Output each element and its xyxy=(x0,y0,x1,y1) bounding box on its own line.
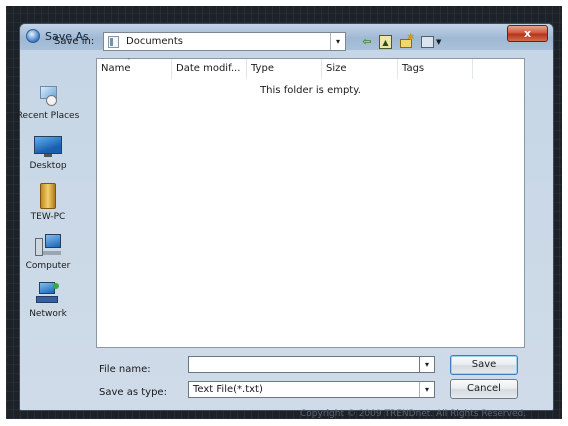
views-menu-icon[interactable]: ▼ xyxy=(421,35,443,49)
user-folder-icon xyxy=(40,183,56,209)
chevron-down-icon[interactable]: ▾ xyxy=(420,356,435,373)
place-label: Computer xyxy=(25,261,71,271)
documents-folder-icon xyxy=(108,36,119,48)
place-recent-places[interactable]: Recent Places xyxy=(8,84,88,121)
place-computer[interactable]: Computer xyxy=(8,234,88,271)
file-list[interactable]: Name ˆ Date modif... Type Size Tags This… xyxy=(96,58,525,348)
place-user-folder[interactable]: TEW-PC xyxy=(8,183,88,222)
column-header-size[interactable]: Size xyxy=(322,59,398,79)
computer-icon xyxy=(35,234,61,258)
place-label: Network xyxy=(29,309,67,319)
place-label: Desktop xyxy=(29,161,67,171)
column-header-tags[interactable]: Tags xyxy=(398,59,473,79)
save-in-label: Save in: xyxy=(54,36,95,47)
column-header-name[interactable]: Name ˆ xyxy=(97,58,172,79)
close-button[interactable]: x xyxy=(507,25,548,42)
cancel-button[interactable]: Cancel xyxy=(450,379,518,399)
file-name-input[interactable] xyxy=(188,356,420,373)
new-folder-icon[interactable]: ✱ xyxy=(400,33,415,49)
file-name-label: File name: xyxy=(99,364,151,375)
desktop-icon xyxy=(34,136,62,158)
column-header-type[interactable]: Type xyxy=(247,59,322,79)
chevron-down-icon[interactable]: ▾ xyxy=(419,382,434,397)
up-one-level-icon[interactable]: ▲ xyxy=(379,35,392,49)
views-grid-shape xyxy=(421,36,434,48)
place-label: TEW-PC xyxy=(30,212,66,222)
save-as-type-label: Save as type: xyxy=(99,387,167,398)
save-in-value: Documents xyxy=(126,36,184,47)
places-bar: Recent Places Desktop TEW-PC Computer Ne… xyxy=(8,58,88,348)
chevron-down-icon[interactable]: ▾ xyxy=(330,33,345,50)
chevron-down-icon: ▼ xyxy=(436,38,442,46)
save-button[interactable]: Save xyxy=(450,355,518,375)
empty-folder-message: This folder is empty. xyxy=(260,85,361,96)
sort-caret-icon: ˆ xyxy=(127,58,131,66)
place-label: Recent Places xyxy=(16,111,80,121)
save-in-dropdown[interactable]: Documents ▾ xyxy=(103,32,346,51)
place-network[interactable]: Network xyxy=(8,282,88,319)
back-arrow-icon[interactable]: ⇦ xyxy=(361,35,373,49)
save-as-type-value: Text File(*.txt) xyxy=(193,384,263,395)
copyright-text: Copyright © 2009 TRENDnet. All Rights Re… xyxy=(300,409,527,419)
save-as-type-dropdown[interactable]: Text File(*.txt) ▾ xyxy=(188,381,435,398)
column-header-date-modified[interactable]: Date modif... xyxy=(172,59,247,79)
sparkle-glyph: ✱ xyxy=(407,33,415,43)
place-desktop[interactable]: Desktop xyxy=(8,136,88,171)
save-dialog-icon xyxy=(26,29,40,43)
network-icon xyxy=(36,282,60,306)
recent-places-icon xyxy=(37,84,59,108)
